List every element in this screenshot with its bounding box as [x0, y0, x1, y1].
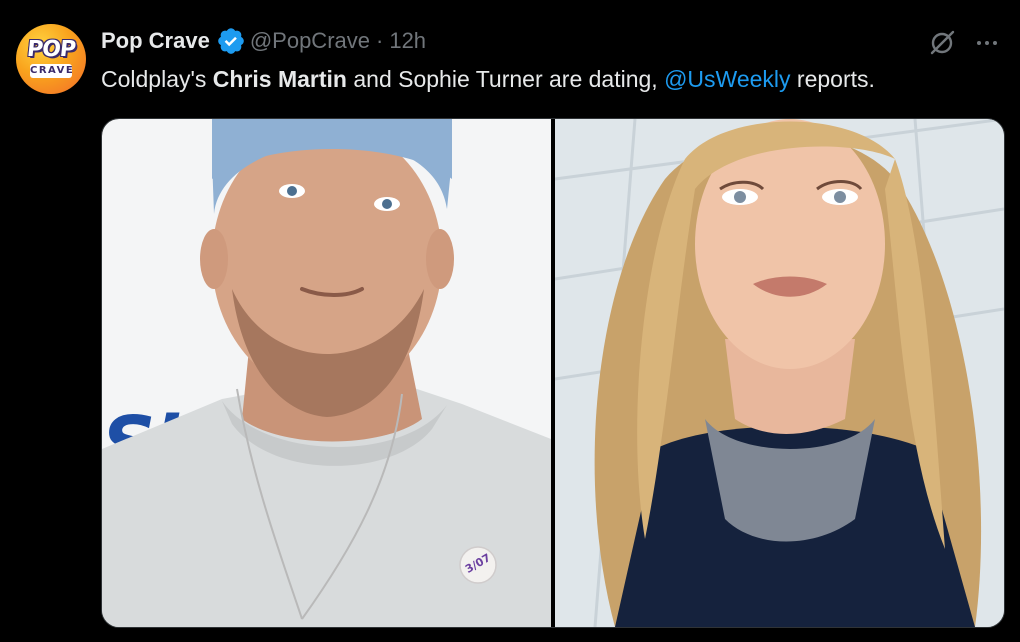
person-illustration-left — [102, 119, 551, 627]
photo-right[interactable] — [555, 119, 1004, 627]
timestamp[interactable]: 12h — [389, 28, 426, 54]
mention-link[interactable]: @UsWeekly — [664, 66, 790, 92]
avatar[interactable]: POP CRAVE — [16, 24, 86, 94]
verified-badge-icon[interactable] — [216, 26, 246, 56]
tweet-text-part2: and Sophie Turner are dating, — [346, 66, 665, 92]
person-illustration-right — [555, 119, 1004, 627]
more-dot — [993, 41, 997, 45]
tweet-text-part1: Coldplay's — [101, 66, 213, 92]
avatar-logo-crave: CRAVE — [30, 64, 75, 78]
display-name[interactable]: Pop Crave — [101, 28, 210, 54]
avatar-logo-pop: POP — [25, 37, 77, 62]
tweet-text-bold-name: Chris Martin — [212, 66, 347, 92]
handle[interactable]: @PopCrave — [250, 28, 370, 54]
separator-dot: · — [376, 28, 384, 53]
tweet-text: Coldplay's Chris Martin and Sophie Turne… — [101, 64, 875, 94]
tweet-header: Pop Crave @PopCrave · 12h — [101, 26, 426, 56]
more-options-icon[interactable] — [972, 30, 1002, 56]
grok-icon[interactable] — [927, 28, 957, 58]
media-grid: Siri M — [101, 118, 1005, 628]
more-dot — [977, 41, 981, 45]
photo-left[interactable]: Siri M — [102, 119, 551, 627]
tweet-text-part3: reports. — [790, 66, 875, 92]
tweet[interactable]: POP CRAVE Pop Crave @PopCrave · 12h Cold… — [0, 0, 1020, 642]
more-dot — [985, 41, 989, 45]
